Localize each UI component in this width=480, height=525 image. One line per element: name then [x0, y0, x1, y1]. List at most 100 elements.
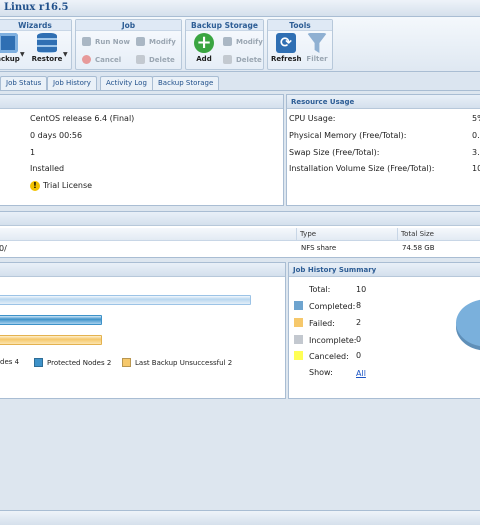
legend-protected-label: Protected Nodes 2 — [47, 359, 112, 367]
storage-modify-button[interactable]: Modify — [223, 37, 263, 46]
job-delete-label: Delete — [149, 56, 175, 64]
run-now-label: Run Now — [95, 38, 130, 46]
storage-table-panel: Type Total Size 0/ NFS share 74.58 GB — [0, 211, 480, 258]
legend-unsuccessful-label: Last Backup Unsuccessful 2 — [135, 359, 233, 367]
resource-usage-title: Resource Usage — [287, 95, 480, 109]
cpu-usage-label: CPU Usage: — [289, 114, 336, 123]
job-delete-button[interactable]: Delete — [136, 55, 175, 64]
pie-slice-completed — [456, 299, 480, 347]
os-version-value: CentOS release 6.4 (Final) — [30, 114, 135, 123]
show-all-link[interactable]: All — [356, 369, 366, 378]
add-storage-label: Add — [196, 55, 212, 63]
cancel-job-label: Cancel — [95, 56, 122, 64]
total-label: Total: — [309, 285, 331, 294]
refresh-label: Refresh — [271, 55, 302, 63]
job-group: Job Run Now Modify Cancel Delete — [75, 19, 182, 70]
tab-job-status[interactable]: Job Status — [0, 76, 48, 90]
swap-label: Swap Size (Free/Total): — [289, 148, 380, 157]
server-info-panel: CentOS release 6.4 (Final) 0 days 00:56 … — [0, 94, 284, 206]
server-info-header — [0, 95, 283, 109]
job-group-title: Job — [76, 20, 181, 31]
job-modify-label: Modify — [149, 38, 176, 46]
view-tabs: Job Status Job History Activity Log Back… — [0, 73, 480, 91]
tools-group: Tools ⟳ Refresh Filter — [267, 19, 333, 70]
column-path[interactable] — [0, 228, 297, 241]
volume-label: Installation Volume Size (Free/Total): — [289, 164, 435, 173]
backup-icon — [0, 33, 18, 53]
wizards-group-title: Wizards — [0, 20, 71, 31]
job-modify-button[interactable]: Modify — [136, 37, 176, 46]
completed-label: Completed: — [309, 302, 356, 311]
trash-icon — [136, 55, 145, 64]
canceled-row: Canceled: — [294, 351, 349, 361]
ribbon-toolbar: Wizards ackup ▼ Restore ▼ Job Run Now Mo… — [0, 17, 480, 72]
column-type[interactable]: Type — [297, 228, 398, 241]
tools-group-title: Tools — [268, 20, 332, 31]
modify-icon — [223, 37, 232, 46]
count-value: 1 — [30, 148, 36, 157]
restore-dropdown-arrow-icon[interactable]: ▼ — [63, 51, 68, 58]
column-total-size[interactable]: Total Size — [398, 228, 480, 241]
refresh-button[interactable]: ⟳ Refresh — [271, 33, 302, 63]
failed-value: 2 — [356, 318, 362, 327]
license-value: Trial License — [43, 181, 93, 190]
filter-button[interactable]: Filter — [303, 33, 331, 63]
add-storage-button[interactable]: + Add — [189, 33, 219, 63]
run-now-button[interactable]: Run Now — [82, 37, 130, 46]
all-nodes-bar — [0, 295, 251, 305]
license-status: ! Trial License — [30, 181, 92, 191]
nodes-chart-header — [0, 263, 285, 277]
storage-row-total[interactable]: 74.58 GB — [402, 244, 435, 252]
job-history-title: Job History Summary — [289, 263, 480, 277]
completed-value: 8 — [356, 301, 362, 310]
legend-unsuccessful: Last Backup Unsuccessful 2 — [122, 358, 232, 367]
show-label: Show: — [309, 368, 333, 377]
completed-row: Completed: — [294, 301, 355, 311]
storage-delete-button[interactable]: Delete — [223, 55, 262, 64]
memory-label: Physical Memory (Free/Total): — [289, 131, 407, 140]
app-title: Linux r16.5 — [4, 2, 69, 13]
title-bar: Linux r16.5 — [0, 0, 480, 17]
cancel-job-button[interactable]: Cancel — [82, 55, 121, 64]
failed-label: Failed: — [309, 319, 335, 328]
protected-nodes-bar — [0, 315, 102, 325]
total-value: 10 — [356, 285, 367, 294]
restore-wizard-button[interactable]: Restore — [30, 33, 64, 63]
storage-table-header — [0, 212, 480, 226]
database-icon — [37, 33, 57, 53]
incomplete-row: Incomplete: — [294, 335, 357, 345]
storage-modify-label: Modify — [236, 38, 263, 46]
canceled-value: 0 — [356, 351, 362, 360]
tab-job-history[interactable]: Job History — [47, 76, 97, 90]
incomplete-label: Incomplete: — [309, 336, 357, 345]
wizards-group: Wizards ackup ▼ Restore ▼ — [0, 19, 72, 70]
unsuccessful-nodes-bar — [0, 335, 102, 345]
run-now-icon — [82, 37, 91, 46]
storage-row-path[interactable]: 0/ — [0, 244, 7, 253]
storage-delete-label: Delete — [236, 56, 262, 64]
job-history-pie-chart — [456, 299, 480, 351]
uptime-value: 0 days 00:56 — [30, 131, 83, 140]
backup-dropdown-arrow-icon[interactable]: ▼ — [20, 51, 25, 58]
swap-value: 3.9 — [472, 148, 480, 157]
unsuccessful-swatch — [122, 358, 131, 367]
failed-row: Failed: — [294, 318, 335, 328]
completed-swatch — [294, 301, 303, 310]
legend-all-nodes-label: des 4 — [0, 358, 20, 366]
backup-wizard-button[interactable]: ackup — [0, 33, 25, 63]
backup-wizard-label: ackup — [0, 55, 20, 63]
install-status-value: Installed — [30, 164, 65, 173]
resource-usage-panel: Resource Usage CPU Usage: 5% Physical Me… — [286, 94, 480, 206]
filter-label: Filter — [306, 55, 328, 63]
canceled-swatch — [294, 351, 303, 360]
legend-all-nodes: des 4 — [0, 358, 19, 366]
tab-activity-log[interactable]: Activity Log — [100, 76, 153, 90]
modify-icon — [136, 37, 145, 46]
canceled-label: Canceled: — [309, 352, 349, 361]
tab-backup-storage[interactable]: Backup Storage — [152, 76, 220, 90]
incomplete-value: 0 — [356, 335, 362, 344]
filter-icon — [307, 33, 327, 53]
protected-nodes-swatch — [34, 358, 43, 367]
storage-group-title: Backup Storage — [186, 20, 263, 31]
storage-row-type[interactable]: NFS share — [301, 244, 336, 252]
